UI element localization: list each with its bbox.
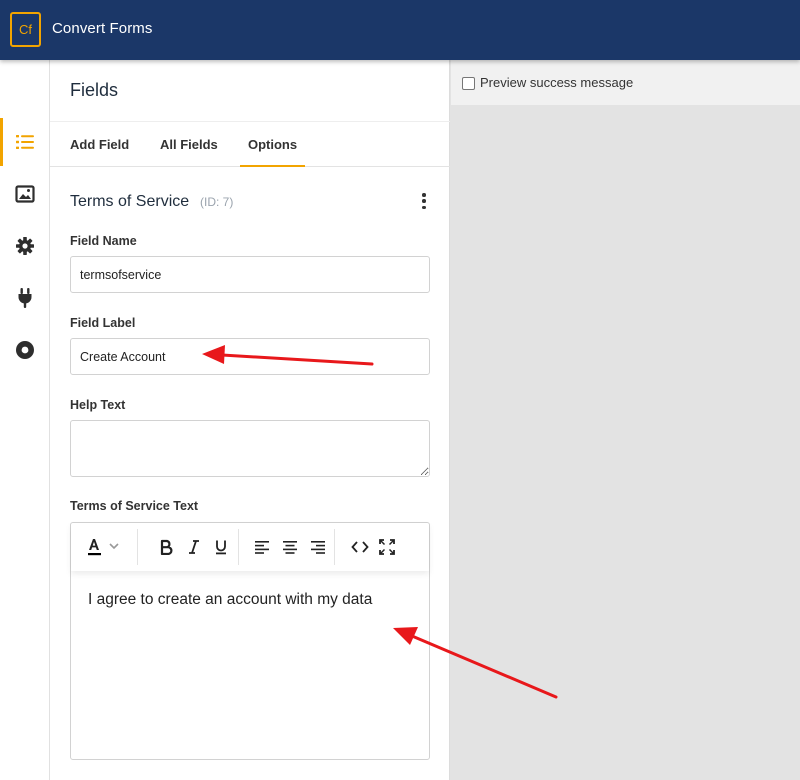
- tos-text-label: Terms of Service Text: [70, 499, 199, 513]
- italic-button[interactable]: [185, 535, 203, 559]
- help-text-label: Help Text: [70, 398, 126, 412]
- record-icon: [16, 341, 34, 359]
- field-section-title: Terms of Service: [70, 193, 190, 210]
- field-id-label: (ID: 7): [200, 195, 234, 209]
- help-text-textarea[interactable]: [70, 420, 430, 477]
- sidebar-behavior-button[interactable]: [0, 326, 50, 374]
- bold-button[interactable]: [157, 535, 175, 559]
- app-title: Convert Forms: [52, 20, 153, 37]
- sidebar-design-button[interactable]: [0, 170, 50, 218]
- editor-toolbar: [71, 523, 429, 571]
- preview-success-checkbox[interactable]: [462, 77, 475, 90]
- plug-icon: [18, 288, 32, 308]
- app-logo: Cf: [10, 12, 41, 47]
- align-center-button[interactable]: [281, 535, 299, 559]
- tab-options[interactable]: Options: [239, 137, 306, 167]
- italic-icon: [189, 540, 199, 554]
- align-right-button[interactable]: [309, 535, 327, 559]
- align-right-icon: [311, 541, 325, 554]
- sidebar-fields-button[interactable]: [0, 118, 50, 166]
- align-left-icon: [255, 541, 269, 554]
- tos-rich-text-editor: I agree to create an account with my dat…: [70, 522, 430, 760]
- tos-editor-content[interactable]: I agree to create an account with my dat…: [88, 591, 372, 609]
- field-name-label: Field Name: [70, 234, 137, 248]
- fullscreen-icon: [379, 539, 395, 555]
- icon-sidebar: [0, 60, 50, 780]
- text-color-button[interactable]: [85, 535, 123, 559]
- list-icon: [16, 135, 34, 149]
- tab-add-field[interactable]: Add Field: [70, 137, 129, 152]
- field-label-label: Field Label: [70, 316, 136, 330]
- field-label-input[interactable]: [70, 338, 430, 375]
- panel-tabs: Add Field All Fields Options: [50, 121, 450, 167]
- align-left-button[interactable]: [253, 535, 271, 559]
- text-color-icon: [88, 539, 119, 556]
- source-code-button[interactable]: [350, 535, 370, 559]
- underline-icon: [216, 540, 226, 555]
- gear-icon: [16, 237, 34, 255]
- fields-panel: Fields Add Field All Fields Options Term…: [50, 60, 450, 780]
- bold-icon: [160, 539, 173, 555]
- preview-toolbar: Preview success message: [451, 60, 800, 105]
- underline-button[interactable]: [212, 535, 230, 559]
- tab-all-fields[interactable]: All Fields: [160, 137, 218, 152]
- sidebar-integrations-button[interactable]: [0, 274, 50, 322]
- panel-title: Fields: [70, 80, 119, 100]
- fullscreen-button[interactable]: [377, 535, 397, 559]
- image-icon: [15, 185, 35, 203]
- field-name-input[interactable]: [70, 256, 430, 293]
- app-header: Cf Convert Forms: [0, 0, 800, 60]
- sidebar-settings-button[interactable]: [0, 222, 50, 270]
- align-center-icon: [283, 541, 297, 554]
- code-icon: [351, 541, 369, 553]
- more-options-icon[interactable]: [418, 192, 430, 210]
- preview-success-label[interactable]: Preview success message: [480, 75, 633, 90]
